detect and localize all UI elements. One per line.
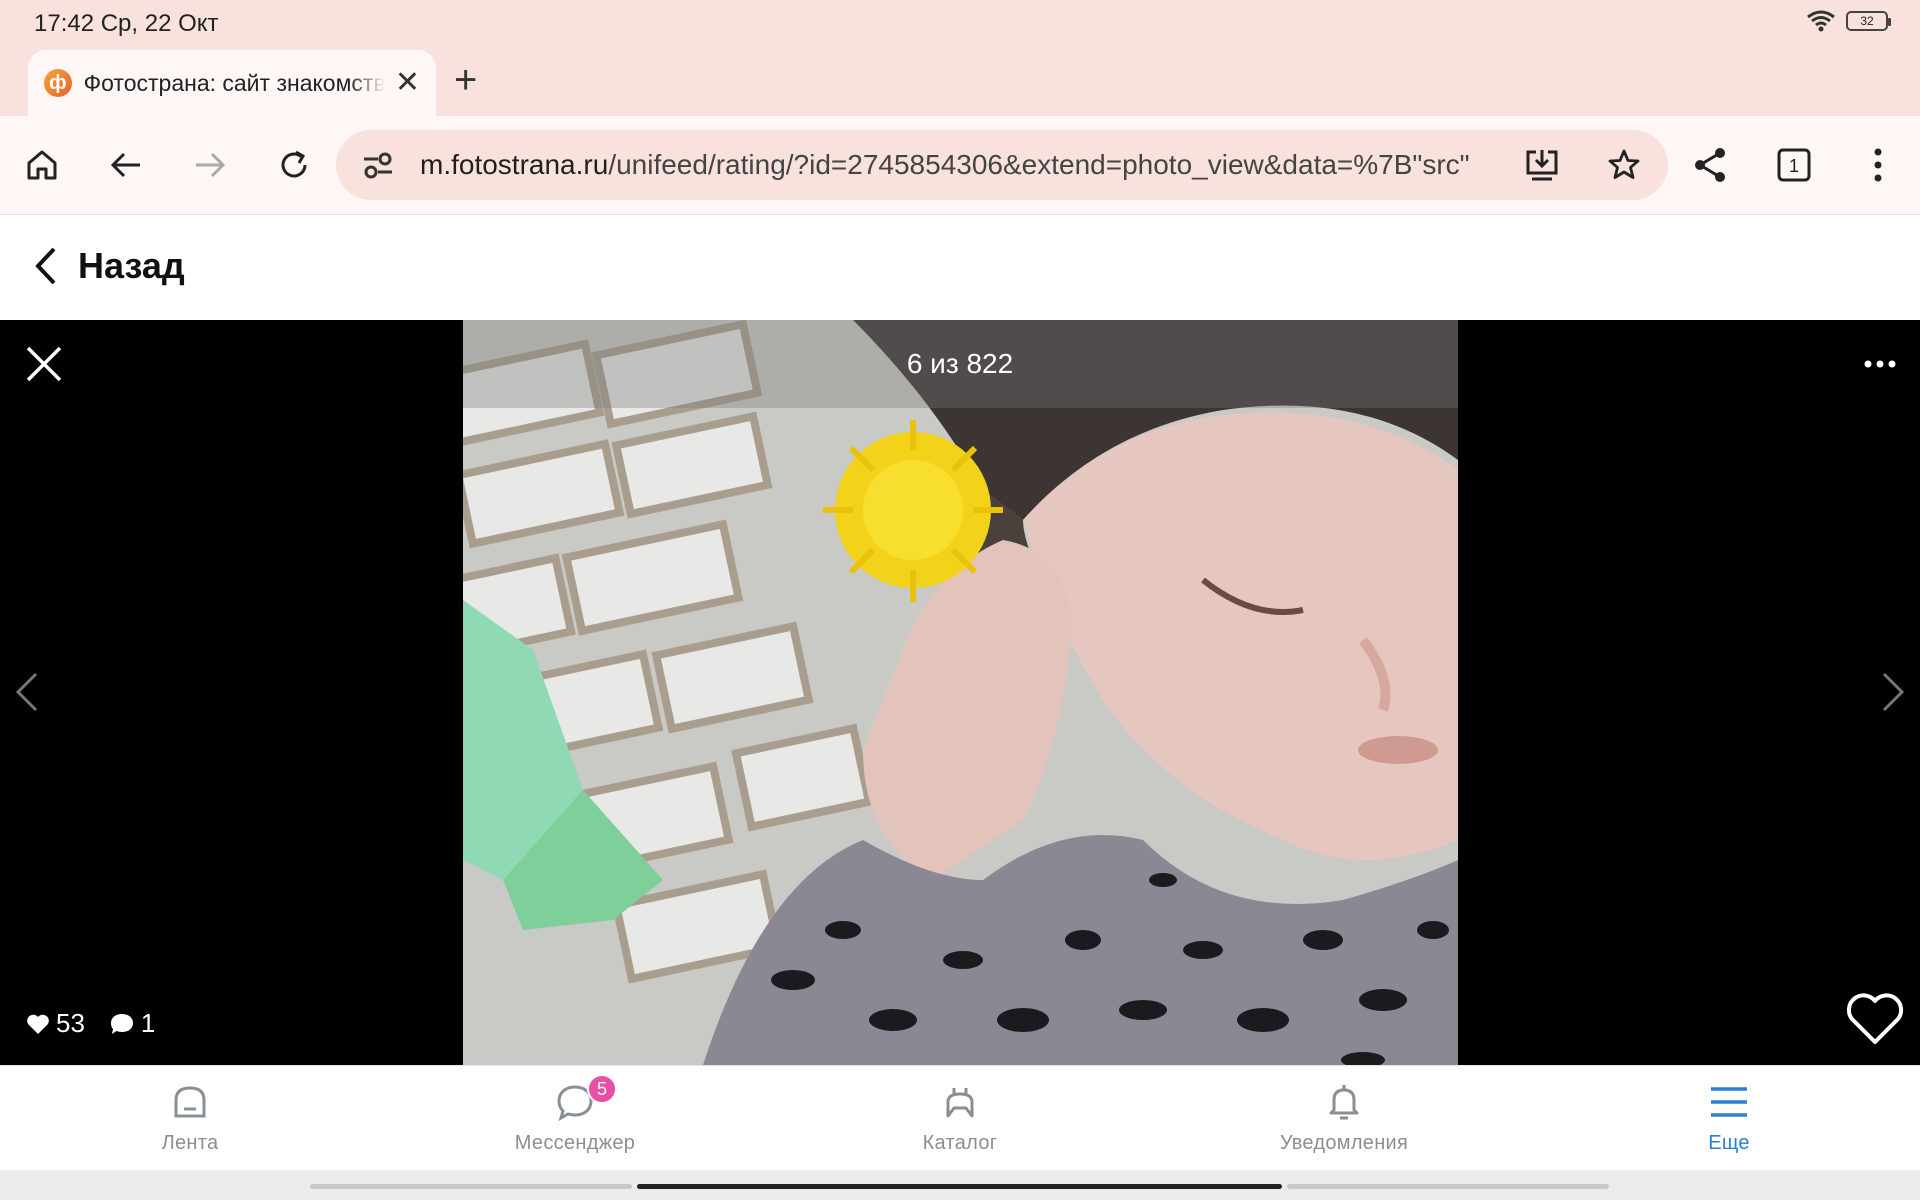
previous-photo-icon[interactable] [12, 670, 42, 719]
photo-stats: 53 1 [26, 1008, 155, 1039]
next-photo-icon[interactable] [1878, 670, 1908, 719]
tab-switcher-icon[interactable]: 1 [1769, 140, 1819, 190]
close-tab-icon[interactable]: ✕ [395, 68, 420, 98]
nav-label-feed: Лента [161, 1132, 219, 1154]
reload-icon[interactable] [269, 140, 319, 190]
nav-more[interactable]: Еще [1619, 1078, 1839, 1155]
nav-label-catalog: Каталог [922, 1132, 998, 1154]
browser-toolbar: m.fotostrana.ru/unifeed/rating/?id=27458… [0, 116, 1920, 214]
tab-title: Фотострана: сайт знакомств [83, 69, 385, 96]
heart-icon [27, 1014, 49, 1034]
close-viewer-icon[interactable] [24, 344, 64, 389]
gesture-handle[interactable] [637, 1184, 1282, 1189]
nav-label-messenger: Мессенджер [514, 1132, 636, 1154]
status-bar: 17:42 Ср, 22 Окт 32 [0, 0, 1920, 46]
status-icons: 32 [1806, 10, 1891, 32]
photo-viewer: 6 из 822 53 1 [0, 320, 1920, 1065]
photo-counter: 6 из 822 [906, 348, 1014, 379]
user-photo[interactable] [463, 320, 1458, 1065]
gesture-line-left [310, 1184, 632, 1189]
share-icon[interactable] [1685, 140, 1735, 190]
forward-arrow-icon[interactable] [185, 140, 235, 190]
url-path: /unifeed/rating/?id=2745854306&extend=ph… [608, 149, 1470, 180]
nav-label-notifications: Уведомления [1279, 1132, 1409, 1154]
back-label: Назад [78, 245, 185, 286]
comments-count: 1 [140, 1008, 156, 1038]
address-bar[interactable]: m.fotostrana.ru/unifeed/rating/?id=27458… [336, 130, 1668, 200]
page-header: Назад [0, 214, 1920, 320]
photo-illustration [463, 320, 1458, 1065]
battery-icon: 32 [1846, 11, 1891, 31]
wifi-icon [1807, 10, 1835, 32]
likes-stat: 53 [26, 1008, 85, 1039]
system-gesture-bar [0, 1170, 1920, 1200]
url-host: m.fotostrana.ru [420, 149, 609, 180]
url-text[interactable]: m.fotostrana.ru/unifeed/rating/?id=27458… [420, 149, 1490, 181]
nav-feed[interactable]: Лента [80, 1078, 300, 1155]
more-options-icon[interactable] [1864, 344, 1896, 389]
back-button[interactable]: Назад [30, 245, 185, 287]
overflow-menu-icon[interactable] [1853, 140, 1903, 190]
messenger-badge: 5 [587, 1074, 617, 1104]
new-tab-icon[interactable]: + [454, 60, 477, 100]
comment-icon [110, 1013, 133, 1034]
nav-notifications[interactable]: Уведомления [1234, 1078, 1454, 1155]
chevron-left-icon [35, 247, 56, 285]
svg-text:1: 1 [1789, 156, 1799, 176]
likes-count: 53 [56, 1008, 85, 1038]
comments-stat[interactable]: 1 [109, 1008, 155, 1039]
fotostrana-favicon-icon: ф [44, 69, 72, 97]
browser-tab[interactable]: ф Фотострана: сайт знакомств ✕ [28, 50, 436, 116]
status-time: 17:42 Ср, 22 Окт [34, 10, 219, 37]
home-icon[interactable] [17, 140, 67, 190]
nav-messenger[interactable]: 5 Мессенджер [465, 1074, 685, 1155]
back-arrow-icon[interactable] [101, 140, 151, 190]
gesture-line-right [1287, 1184, 1609, 1189]
bookmark-star-icon[interactable] [1606, 147, 1642, 183]
menu-icon [1619, 1078, 1839, 1126]
site-settings-icon[interactable] [362, 150, 394, 180]
feed-icon [80, 1078, 300, 1126]
install-app-icon[interactable] [1524, 147, 1560, 183]
nav-catalog[interactable]: Каталог [850, 1078, 1070, 1155]
bell-icon [1234, 1078, 1454, 1126]
like-heart-icon[interactable] [1846, 992, 1904, 1051]
chat-icon: 5 [465, 1074, 685, 1126]
nav-label-more: Еще [1708, 1132, 1750, 1154]
tab-strip: ф Фотострана: сайт знакомств ✕ + [0, 46, 1920, 116]
screen: 17:42 Ср, 22 Окт 32 ф Фотострана: сайт з… [0, 0, 1920, 1200]
bottom-navigation: Лента 5 Мессенджер Каталог Уведомления Е… [0, 1065, 1920, 1170]
catalog-icon [850, 1078, 1070, 1126]
